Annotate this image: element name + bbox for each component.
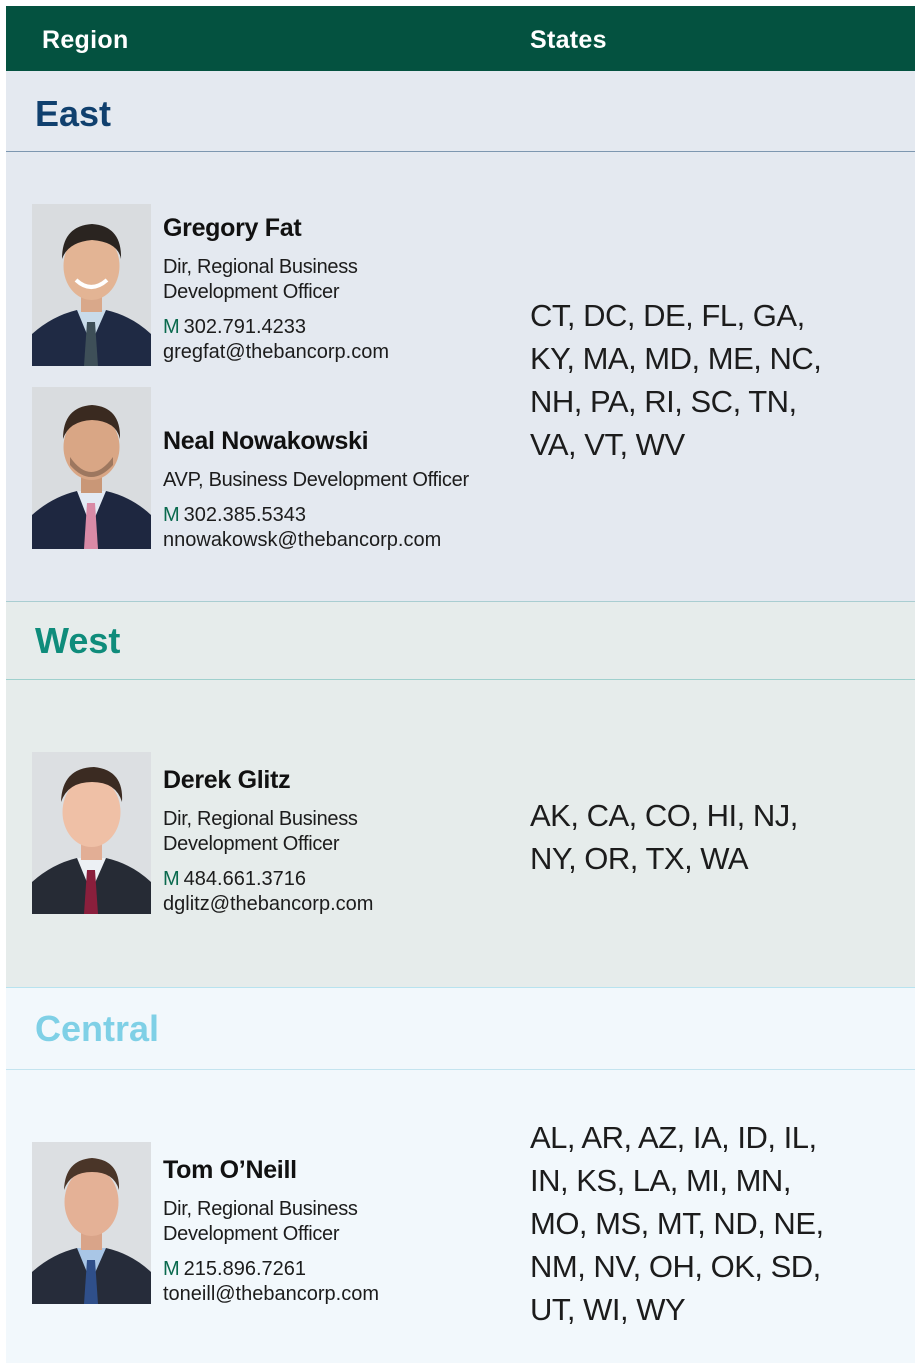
email-link[interactable]: dglitz@thebancorp.com xyxy=(163,892,523,917)
table-header: Region States xyxy=(6,6,915,71)
states-line: AL, AR, AZ, IA, ID, IL, xyxy=(530,1120,817,1155)
person-photo xyxy=(32,1142,151,1304)
phone-value: 215.896.7261 xyxy=(183,1258,307,1280)
region-name: East xyxy=(35,93,112,134)
region-section-central: Tom O’Neill Dir, Regional Business Devel… xyxy=(6,1070,915,1363)
region-name: Central xyxy=(35,1008,160,1049)
mobile-prefix: M xyxy=(163,1258,180,1280)
person-photo xyxy=(32,204,151,366)
phone-number[interactable]: M 302.385.5343 xyxy=(163,503,523,528)
mobile-prefix: M xyxy=(163,504,180,526)
person-title: Dir, Regional Business Development Offic… xyxy=(163,255,523,305)
email-link[interactable]: toneill@thebancorp.com xyxy=(163,1282,523,1307)
region-heading-central: Central xyxy=(6,988,915,1070)
states-line: NM, NV, OH, OK, SD, xyxy=(530,1249,821,1284)
states-list: CT, DC, DE, FL, GA, KY, MA, MD, ME, NC, … xyxy=(530,294,830,466)
region-section-west: Derek Glitz Dir, Regional Business Devel… xyxy=(6,680,915,988)
email-link[interactable]: gregfat@thebancorp.com xyxy=(163,340,523,365)
person-photo xyxy=(32,387,151,549)
contact-card: Neal Nowakowski AVP, Business Developmen… xyxy=(163,427,523,553)
states-line: NH, PA, RI, SC, TN, xyxy=(530,384,797,419)
person-title: Dir, Regional Business Development Offic… xyxy=(163,807,523,857)
phone-number[interactable]: M 215.896.7261 xyxy=(163,1257,523,1282)
headshot-derek-glitz xyxy=(32,752,151,914)
states-line: KY, MA, MD, ME, NC, xyxy=(530,341,822,376)
region-column-header: Region xyxy=(42,26,129,54)
phone-number[interactable]: M 484.661.3716 xyxy=(163,867,523,892)
phone-number[interactable]: M 302.791.4233 xyxy=(163,315,523,340)
headshot-gregory-fat xyxy=(32,204,151,366)
title-line: Development Officer xyxy=(163,1223,340,1245)
person-name: Gregory Fat xyxy=(163,214,302,242)
phone-value: 484.661.3716 xyxy=(183,868,307,890)
title-line: Development Officer xyxy=(163,833,340,855)
contact-card: Tom O’Neill Dir, Regional Business Devel… xyxy=(163,1156,523,1307)
mobile-prefix: M xyxy=(163,316,180,338)
mobile-prefix: M xyxy=(163,868,180,890)
region-section-east: Gregory Fat Dir, Regional Business Devel… xyxy=(6,152,915,602)
region-heading-east: East xyxy=(6,71,915,152)
states-column-header: States xyxy=(530,26,607,54)
phone-value: 302.385.5343 xyxy=(183,504,307,526)
person-name: Tom O’Neill xyxy=(163,1156,297,1184)
states-line: AK, CA, CO, HI, NJ, xyxy=(530,798,798,833)
person-title: AVP, Business Development Officer xyxy=(163,468,523,493)
states-line: CT, DC, DE, FL, GA, xyxy=(530,298,805,333)
phone-value: 302.791.4233 xyxy=(183,316,307,338)
states-line: VA, VT, WV xyxy=(530,427,685,462)
person-photo xyxy=(32,752,151,914)
states-line: MO, MS, MT, ND, NE, xyxy=(530,1206,824,1241)
states-line: NY, OR, TX, WA xyxy=(530,841,749,876)
person-name: Neal Nowakowski xyxy=(163,427,369,455)
headshot-tom-oneill xyxy=(32,1142,151,1304)
contact-card: Derek Glitz Dir, Regional Business Devel… xyxy=(163,766,523,917)
person-name: Derek Glitz xyxy=(163,766,291,794)
title-line: Dir, Regional Business xyxy=(163,256,358,278)
title-line: Dir, Regional Business xyxy=(163,808,358,830)
states-line: IN, KS, LA, MI, MN, xyxy=(530,1163,791,1198)
email-link[interactable]: nnowakowsk@thebancorp.com xyxy=(163,528,523,553)
title-line: Development Officer xyxy=(163,281,340,303)
states-line: UT, WI, WY xyxy=(530,1292,686,1327)
title-line: AVP, Business Development Officer xyxy=(163,469,469,491)
region-name: West xyxy=(35,620,121,661)
contact-card: Gregory Fat Dir, Regional Business Devel… xyxy=(163,214,523,365)
states-list: AK, CA, CO, HI, NJ, NY, OR, TX, WA xyxy=(530,794,830,880)
region-heading-west: West xyxy=(6,602,915,680)
states-list: AL, AR, AZ, IA, ID, IL, IN, KS, LA, MI, … xyxy=(530,1116,850,1331)
person-title: Dir, Regional Business Development Offic… xyxy=(163,1197,523,1247)
title-line: Dir, Regional Business xyxy=(163,1198,358,1220)
headshot-neal-nowakowski xyxy=(32,387,151,549)
